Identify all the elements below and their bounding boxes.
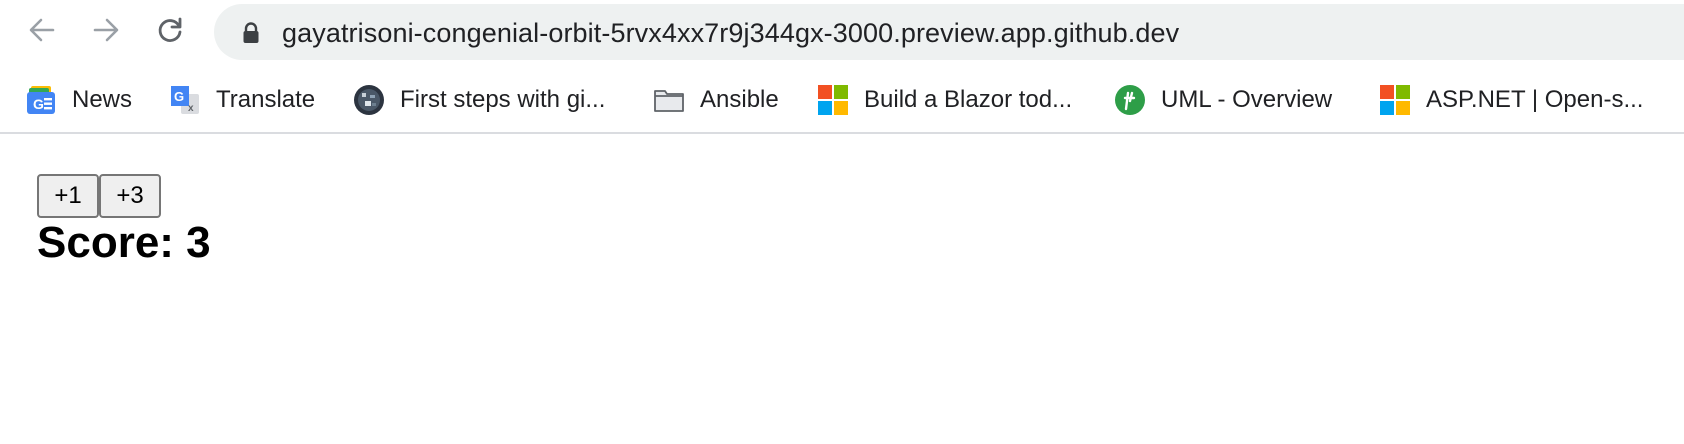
microsoft-logo-icon	[1378, 83, 1412, 117]
bookmark-label: News	[72, 86, 133, 113]
back-button[interactable]	[22, 10, 62, 50]
reload-button[interactable]	[150, 10, 190, 50]
page-content: +1 +3 Score: 3	[0, 134, 1684, 444]
arrow-left-icon	[29, 18, 55, 42]
svg-text:G: G	[174, 89, 184, 104]
button-row: +1 +3	[37, 174, 161, 218]
bookmark-label: ASP.NET | Open-s...	[1426, 86, 1644, 113]
bookmark-build-a-blazor[interactable]: Build a Blazor tod...	[816, 80, 1072, 120]
forward-button[interactable]	[86, 10, 126, 50]
bookmark-news[interactable]: G News	[24, 80, 132, 120]
microsoft-logo-icon	[816, 83, 850, 117]
bookmark-uml-overview[interactable]: UML - Overview	[1113, 80, 1332, 120]
address-bar[interactable]: gayatrisoni-congenial-orbit-5rvx4xx7r9j3…	[214, 4, 1684, 60]
svg-text:G: G	[33, 96, 44, 112]
bookmarks-bar: G News G x Translate First steps with gi…	[0, 72, 1684, 128]
bookmark-label: First steps with gi...	[400, 86, 606, 113]
bookmark-folder-ansible[interactable]: Ansible	[652, 80, 779, 120]
github-avatar-icon	[352, 83, 386, 117]
bookmark-label: Translate	[216, 86, 316, 113]
score-display: Score: 3	[37, 218, 211, 267]
bookmark-asp-net[interactable]: ASP.NET | Open-s...	[1378, 80, 1643, 120]
uml-logo-icon	[1113, 83, 1147, 117]
google-translate-icon: G x	[168, 83, 202, 117]
address-bar-url[interactable]: gayatrisoni-congenial-orbit-5rvx4xx7r9j3…	[282, 18, 1179, 49]
arrow-right-icon	[93, 18, 119, 42]
plus-three-button[interactable]: +3	[99, 174, 161, 218]
google-news-icon: G	[24, 83, 58, 117]
svg-text:x: x	[188, 103, 194, 114]
bookmark-label: UML - Overview	[1161, 86, 1333, 113]
bookmark-label: Build a Blazor tod...	[864, 86, 1073, 113]
folder-icon	[652, 83, 686, 117]
plus-one-button[interactable]: +1	[37, 174, 99, 218]
bookmark-first-steps-with-github[interactable]: First steps with gi...	[352, 80, 605, 120]
browser-toolbar: gayatrisoni-congenial-orbit-5rvx4xx7r9j3…	[0, 0, 1684, 64]
reload-icon	[158, 17, 182, 42]
lock-icon[interactable]	[240, 22, 262, 44]
bookmark-label: Ansible	[700, 86, 779, 113]
bookmark-translate[interactable]: G x Translate	[168, 80, 315, 120]
